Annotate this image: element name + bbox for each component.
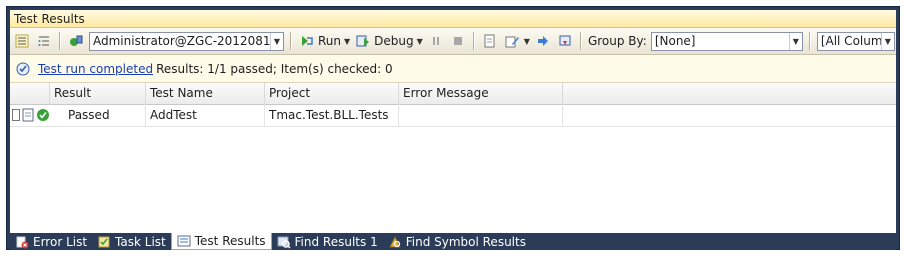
edit-run-button[interactable]: ▼ (503, 32, 530, 50)
toolbar-separator (290, 32, 292, 50)
run-button-label: Run (318, 34, 342, 48)
find-results-icon (277, 235, 291, 249)
test-run-status-bar: Test run completed Results: 1/1 passed; … (10, 55, 896, 83)
panel-title: Test Results (10, 10, 896, 28)
debug-button[interactable]: Debug ▼ (354, 32, 423, 50)
debug-icon (354, 32, 372, 50)
test-run-summary: Results: 1/1 passed; Item(s) checked: 0 (156, 61, 393, 76)
edit-test-run-icon (503, 32, 521, 50)
tab-task-list-label: Task List (115, 234, 166, 249)
tab-find-results-1-label: Find Results 1 (294, 234, 378, 249)
test-results-window: Test Results Administrator@ZGC-20120810 … (6, 6, 900, 250)
test-results-icon (177, 234, 191, 248)
column-header-test-name[interactable]: Test Name (146, 83, 265, 104)
export-results-icon[interactable] (556, 32, 574, 50)
row-select-cell (10, 104, 50, 126)
tab-error-list-label: Error List (33, 234, 88, 249)
table-row[interactable]: Passed AddTest Tmac.Test.BLL.Tests (10, 104, 896, 127)
tab-error-list[interactable]: Error List (10, 233, 92, 250)
run-dropdown-arrow-icon[interactable]: ▼ (344, 37, 350, 46)
tab-find-results-1[interactable]: Find Results 1 (272, 233, 383, 250)
chevron-down-icon[interactable]: ▼ (788, 32, 802, 50)
tab-test-results-label: Test Results (194, 234, 266, 248)
row-checkbox[interactable] (12, 109, 20, 121)
task-list-icon (97, 235, 111, 249)
toolbar-separator (579, 32, 582, 50)
toolbar: Administrator@ZGC-20120810 ▼ Run ▼ Debug… (10, 28, 896, 55)
run-button[interactable]: Run ▼ (298, 32, 350, 50)
tab-find-symbol-results-label: Find Symbol Results (405, 234, 526, 249)
toolbar-separator (472, 32, 475, 50)
find-symbol-results-icon (388, 235, 402, 249)
flat-list-view-icon[interactable] (35, 32, 53, 50)
test-results-grid: Result Test Name Project Error Message P… (10, 83, 896, 233)
group-by-label: Group By: (587, 34, 647, 48)
cell-error-message (399, 104, 563, 126)
pause-icon[interactable] (427, 32, 445, 50)
error-list-icon (15, 235, 29, 249)
tab-find-symbol-results[interactable]: Find Symbol Results (383, 233, 531, 250)
columns-filter-select[interactable]: [All Colum ▼ (816, 31, 895, 51)
test-run-completed-link[interactable]: Test run completed (38, 62, 153, 76)
cell-test-name: AddTest (146, 104, 265, 126)
column-header-select[interactable] (10, 83, 50, 104)
column-header-error-message[interactable]: Error Message (399, 83, 563, 104)
column-header-project[interactable]: Project (265, 83, 399, 104)
cell-result: Passed (50, 104, 146, 126)
group-list-view-icon[interactable] (13, 32, 31, 50)
toolbar-separator (59, 32, 61, 50)
stop-icon[interactable] (449, 32, 467, 50)
test-details-icon[interactable] (481, 32, 499, 50)
test-document-icon (21, 108, 35, 122)
group-by-select-value: [None] (654, 33, 696, 48)
chevron-down-icon[interactable]: ▼ (880, 32, 894, 50)
chevron-down-icon[interactable]: ▼ (270, 32, 283, 50)
passed-status-icon (36, 108, 50, 122)
columns-filter-select-value: [All Colum (820, 33, 881, 48)
cell-project: Tmac.Test.BLL.Tests (265, 104, 399, 126)
tab-task-list[interactable]: Task List (92, 233, 171, 250)
edit-dropdown-arrow-icon[interactable]: ▼ (524, 37, 530, 46)
run-completed-check-icon (14, 60, 32, 78)
panel-title-text: Test Results (14, 12, 85, 26)
bottom-tab-strip: Error List Task List Test Results Find R… (10, 233, 896, 250)
group-by-select[interactable]: [None] ▼ (650, 31, 803, 51)
toolbar-separator (808, 32, 811, 50)
test-run-select-value: Administrator@ZGC-20120810 (93, 33, 270, 48)
test-run-config-icon[interactable] (67, 32, 85, 50)
test-run-select[interactable]: Administrator@ZGC-20120810 ▼ (89, 31, 284, 51)
grid-header: Result Test Name Project Error Message (10, 83, 896, 105)
debug-dropdown-arrow-icon[interactable]: ▼ (417, 37, 423, 46)
debug-button-label: Debug (374, 34, 414, 48)
column-header-result[interactable]: Result (50, 83, 146, 104)
run-icon (298, 32, 316, 50)
tab-test-results[interactable]: Test Results (170, 233, 272, 250)
import-results-icon[interactable] (534, 32, 552, 50)
